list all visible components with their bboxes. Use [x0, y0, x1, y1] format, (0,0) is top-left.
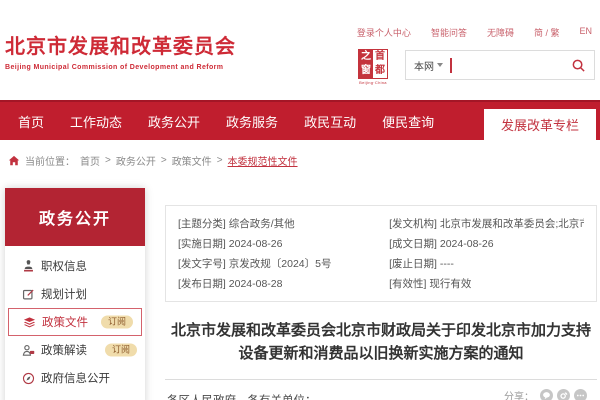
weibo-share-icon[interactable] [557, 389, 570, 400]
document-panel: [主题分类] 综合政务/其他 [发文机构] 北京市发展和改革委员会;北京市财政局… [165, 195, 597, 400]
sidebar-menu: 职权信息 规划计划 政策文件 订阅 [5, 246, 145, 400]
seal-char: 首 [373, 50, 387, 64]
language-toggle[interactable]: 简 / 繁 [534, 26, 560, 39]
document-edit-icon [22, 288, 35, 301]
meta-value: 2024-08-26 [440, 238, 494, 250]
nav-tab-development-reform-column[interactable]: 发展改革专栏 [484, 109, 596, 140]
sidebar-item-authority-info[interactable]: 职权信息 [5, 252, 145, 280]
meta-cell: [发文机构] 北京市发展和改革委员会;北京市财政局 [389, 216, 584, 231]
english-link[interactable]: EN [579, 26, 592, 39]
search-button[interactable] [571, 58, 586, 73]
breadcrumb: 当前位置： 首页 > 政务公开 > 政策文件 > 本委规范性文件 [8, 153, 298, 168]
stamp-icon [22, 260, 35, 273]
nav-item-gov-services[interactable]: 政务服务 [226, 112, 278, 131]
sidebar: 政务公开 职权信息 规划计划 [5, 188, 145, 400]
meta-value: 综合政务/其他 [229, 218, 295, 230]
meta-value: 北京市发展和改革委员会;北京市财政局 [440, 218, 584, 230]
breadcrumb-separator: > [105, 155, 111, 166]
seal-char: 都 [373, 64, 387, 78]
search-scope-label: 本网 [414, 58, 434, 73]
nav-item-work-news[interactable]: 工作动态 [70, 112, 122, 131]
breadcrumb-link-policy-documents[interactable]: 政策文件 [172, 153, 212, 168]
sidebar-title: 政务公开 [5, 188, 145, 246]
breadcrumb-current[interactable]: 本委规范性文件 [228, 153, 298, 168]
page: 北京市发展和改革委员会 Beijing Municipal Commission… [0, 0, 600, 400]
meta-label: [有效性] [389, 278, 426, 290]
site-title: 北京市发展和改革委员会 [5, 30, 236, 59]
nav-item-gov-disclosure[interactable]: 政务公开 [148, 112, 200, 131]
main-nav: 首页 工作动态 政务公开 政务服务 政民互动 便民查询 发展改革专栏 [0, 100, 600, 140]
site-logo: 北京市发展和改革委员会 Beijing Municipal Commission… [5, 30, 236, 71]
meta-label: [实施日期] [178, 238, 226, 250]
meta-cell: [发布日期] 2024-08-28 [178, 276, 389, 291]
compass-icon [22, 372, 35, 385]
document-body-preview: 各区人民政府，各有关单位： [167, 392, 317, 400]
meta-cell: [主题分类] 综合政务/其他 [178, 216, 389, 231]
seal-icon: 之 首 窗 都 [358, 49, 388, 79]
login-link[interactable]: 登录个人中心 [357, 26, 411, 39]
meta-cell: [有效性] 现行有效 [389, 276, 584, 291]
sidebar-item-label: 政策文件 [42, 314, 88, 330]
breadcrumb-link-home[interactable]: 首页 [80, 153, 100, 168]
document-title: 北京市发展和改革委员会北京市财政局关于印发北京市加力支持设备更新和消费品以旧换新… [165, 319, 597, 366]
meta-cell: [成文日期] 2024-08-26 [389, 236, 584, 251]
seal-char: 窗 [359, 64, 373, 78]
chevron-down-icon [437, 63, 443, 67]
share-label: 分享： [504, 388, 534, 400]
meta-label: [废止日期] [389, 258, 437, 270]
divider [165, 379, 597, 380]
meta-label: [发文字号] [178, 258, 226, 270]
smart-qa-link[interactable]: 智能问答 [431, 26, 467, 39]
nav-item-home[interactable]: 首页 [18, 112, 44, 131]
sidebar-item-label: 政策解读 [41, 342, 87, 358]
layers-icon [23, 316, 36, 329]
search-scope-select[interactable]: 本网 [414, 58, 443, 73]
utility-links: 登录个人中心 智能问答 无障碍 简 / 繁 EN [357, 26, 592, 39]
meta-cell: [发文字号] 京发改规〔2024〕5号 [178, 256, 389, 271]
sidebar-item-policy-documents[interactable]: 政策文件 订阅 [8, 308, 142, 336]
accessibility-link[interactable]: 无障碍 [487, 26, 514, 39]
breadcrumb-label: 当前位置： [25, 153, 75, 168]
sidebar-item-label: 规划计划 [41, 286, 87, 302]
meta-label: [发文机构] [389, 218, 437, 230]
nav-item-public-interaction[interactable]: 政民互动 [304, 112, 356, 131]
more-share-icon[interactable] [574, 389, 587, 400]
seal-caption: Beijing·China [358, 80, 388, 85]
breadcrumb-separator: > [217, 155, 223, 166]
meta-label: [发布日期] [178, 278, 226, 290]
sidebar-item-policy-interpretation[interactable]: 政策解读 订阅 [5, 336, 145, 364]
sidebar-item-label: 政府信息公开 [41, 370, 110, 386]
sidebar-item-clipped[interactable] [5, 392, 145, 400]
sidebar-item-gov-info-disclosure[interactable]: 政府信息公开 [5, 364, 145, 392]
meta-label: [成文日期] [389, 238, 437, 250]
sidebar-item-label: 职权信息 [41, 258, 87, 274]
meta-value: 2024-08-26 [229, 238, 283, 250]
subscribe-button[interactable]: 订阅 [101, 316, 133, 329]
search-bar: 本网 [405, 50, 595, 80]
breadcrumb-separator: > [161, 155, 167, 166]
document-meta-box: [主题分类] 综合政务/其他 [发文机构] 北京市发展和改革委员会;北京市财政局… [165, 205, 597, 302]
meta-value: 京发改规〔2024〕5号 [229, 258, 332, 270]
search-input[interactable] [452, 60, 572, 71]
subscribe-button[interactable]: 订阅 [105, 344, 137, 357]
breadcrumb-link-gov-disclosure[interactable]: 政务公开 [116, 153, 156, 168]
person-chat-icon [22, 344, 35, 357]
home-icon[interactable] [8, 155, 20, 167]
meta-value: 现行有效 [429, 278, 471, 290]
meta-cell: [废止日期] ---- [389, 256, 584, 271]
capital-window-seal-logo[interactable]: 之 首 窗 都 Beijing·China [358, 49, 388, 85]
meta-label: [主题分类] [178, 218, 226, 230]
site-subtitle: Beijing Municipal Commission of Developm… [5, 64, 236, 71]
meta-value: 2024-08-28 [229, 278, 283, 290]
search-icon [571, 58, 586, 73]
meta-cell: [实施日期] 2024-08-26 [178, 236, 389, 251]
sidebar-item-planning[interactable]: 规划计划 [5, 280, 145, 308]
meta-value: ---- [440, 258, 454, 270]
seal-char: 之 [359, 50, 373, 64]
site-header: 北京市发展和改革委员会 Beijing Municipal Commission… [0, 0, 600, 100]
wechat-share-icon[interactable] [540, 389, 553, 400]
nav-item-citizen-inquiry[interactable]: 便民查询 [382, 112, 434, 131]
